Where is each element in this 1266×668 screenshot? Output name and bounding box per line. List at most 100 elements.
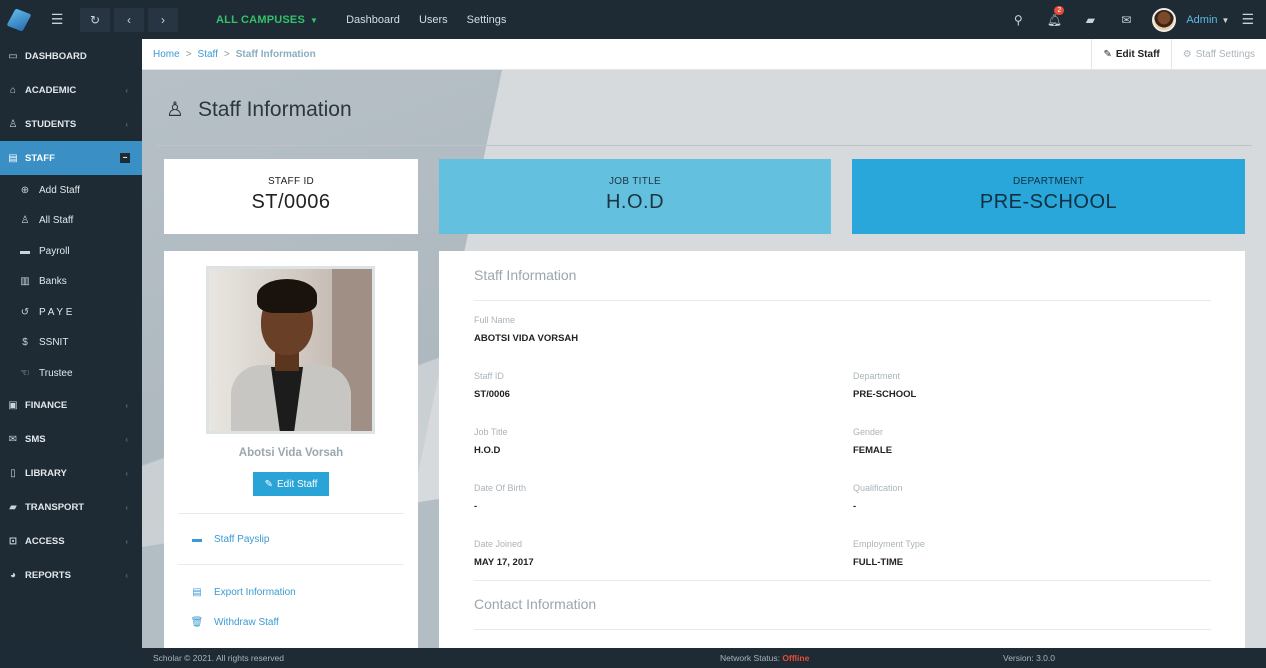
copyright: Scholar © 2021. All rights reserved [153, 653, 284, 663]
sidebar-item-payroll[interactable]: ▬ Payroll [0, 236, 142, 267]
caret-down-icon: ▼ [1221, 15, 1230, 25]
field-job-title: Job Title H.O.D [474, 427, 508, 456]
bank-icon: ▥ [20, 276, 30, 288]
sidebar-item-academic[interactable]: ⌂ ACADEMIC ‹ [0, 73, 142, 107]
chevron-left-icon: ‹ [125, 401, 128, 410]
sidebar-item-sms[interactable]: ✉ SMS ‹ [0, 423, 142, 457]
sidebar-item-banks[interactable]: ▥ Banks [0, 267, 142, 298]
plus-circle-icon: ⊕ [20, 184, 30, 196]
staff-photo [206, 266, 375, 434]
staff-submenu: ⊕ Add Staff ♙ All Staff ▬ Payroll ▥ Banks ↺ P… [0, 175, 142, 389]
nav-users[interactable]: Users [419, 14, 448, 26]
department-card: DEPARTMENT PRE-SCHOOL [852, 159, 1245, 234]
chevron-left-icon: ‹ [125, 469, 128, 478]
chevron-left-icon: ‹ [125, 503, 128, 512]
sidebar-item-students[interactable]: ♙ STUDENTS ‹ [0, 107, 142, 141]
notification-badge: 2 [1054, 5, 1065, 15]
staff-icon: ▤ [8, 152, 18, 164]
nav-settings[interactable]: Settings [467, 14, 507, 26]
top-bar-right: ⚲ 🔔︎ 2 ▰ ✉ Admin ▼ ☰ [1000, 0, 1266, 39]
withdraw-staff-link[interactable]: 🗑︎ Withdraw Staff [190, 617, 279, 628]
field-gender: Gender FEMALE [853, 427, 893, 456]
back-button[interactable]: ‹ [114, 7, 144, 32]
main-content: Home > Staff > Staff Information ✎ Edit Staff… [142, 39, 1266, 648]
chevron-left-icon: ‹ [125, 119, 128, 129]
sidebar-item-all-staff[interactable]: ♙ All Staff [0, 206, 142, 237]
staff-id-card: STAFF ID ST/0006 [164, 159, 418, 234]
lock-icon: ⊡ [8, 536, 18, 547]
staff-info-panel: Staff Information Full Name ABOTSI VIDA V… [439, 251, 1245, 648]
mail-icon[interactable]: ✉ [1108, 13, 1144, 27]
footer: Scholar © 2021. All rights reserved Netw… [142, 648, 1266, 668]
contact-section-title: Contact Information [474, 596, 597, 612]
app-logo[interactable] [0, 0, 38, 39]
breadcrumb: Home > Staff > Staff Information ✎ Edit Staff… [142, 39, 1266, 70]
section-title: Staff Information [474, 267, 577, 283]
search-icon[interactable]: ⚲ [1000, 13, 1036, 27]
users-icon: ♙ [20, 215, 30, 227]
card-icon: ▬ [20, 245, 30, 257]
file-icon: ▤ [192, 587, 202, 598]
staff-settings-button[interactable]: ⚙ Staff Settings [1170, 39, 1266, 70]
forward-button[interactable]: › [148, 7, 178, 32]
sidebar-item-finance[interactable]: ▣ FINANCE ‹ [0, 389, 142, 423]
collapse-icon[interactable]: − [120, 153, 130, 163]
pie-chart-icon: ◕ [9, 570, 17, 581]
field-full-name: Full Name ABOTSI VIDA VORSAH [474, 315, 579, 344]
field-staff-id: Staff ID ST/0006 [474, 371, 510, 400]
trash-icon: 🗑︎ [190, 617, 204, 628]
edit-icon: ✎ [1103, 49, 1112, 60]
graduation-cap-icon: ⌂ [9, 84, 17, 96]
avatar[interactable] [1152, 7, 1177, 32]
field-employment-type: Employment Type FULL-TIME [853, 539, 925, 568]
breadcrumb-home[interactable]: Home [153, 49, 180, 60]
top-nav: Dashboard Users Settings [346, 14, 525, 26]
user-icon: ♙ [8, 118, 18, 130]
sidebar-item-trustee[interactable]: ☜ Trustee [0, 358, 142, 389]
field-department: Department PRE-SCHOOL [853, 371, 917, 400]
envelope-icon: ✉ [8, 434, 18, 445]
job-title-card: JOB TITLE H.O.D [439, 159, 831, 234]
refresh-button[interactable]: ↻ [80, 7, 110, 32]
profile-card: Abotsi Vida Vorsah ✎ Edit Staff ▬ Staff Pa… [164, 251, 418, 648]
field-date-of-birth: Date Of Birth - [474, 483, 527, 512]
user-icon: ♙ [166, 99, 184, 121]
export-information-link[interactable]: ▤ Export Information [190, 587, 295, 598]
book-icon[interactable]: ▰ [1072, 13, 1108, 27]
sidebar-item-paye[interactable]: ↺ P A Y E [0, 297, 142, 328]
breadcrumb-current: Staff Information [235, 48, 316, 60]
version: Version: 3.0.0 [1003, 653, 1055, 663]
hamburger-menu-icon[interactable]: ☰ [38, 0, 76, 39]
chevron-left-icon: ‹ [125, 85, 128, 95]
user-menu[interactable]: Admin ▼ [1186, 14, 1229, 26]
breadcrumb-staff[interactable]: Staff [198, 49, 218, 60]
edit-staff-button[interactable]: ✎ Edit Staff [1091, 39, 1170, 70]
network-status: Network Status: Offline [720, 653, 810, 663]
truck-icon: ▰ [9, 502, 17, 513]
sidebar-item-dashboard[interactable]: ▭ DASHBOARD [0, 39, 142, 73]
caret-down-icon: ▼ [309, 15, 319, 25]
gear-icon: ⚙ [1182, 49, 1192, 60]
sidebar-item-reports[interactable]: ◕ REPORTS ‹ [0, 559, 142, 593]
page-title: ♙ Staff Information [166, 97, 352, 122]
book-icon: ▯ [10, 468, 16, 479]
sidebar-item-staff[interactable]: ▤ STAFF − [0, 141, 142, 175]
edit-icon: ✎ [264, 478, 273, 490]
field-qualification: Qualification - [853, 483, 903, 512]
staff-payslip-link[interactable]: ▬ Staff Payslip [190, 534, 269, 545]
sidebar: ▭ DASHBOARD ⌂ ACADEMIC ‹ ♙ STUDENTS ‹ ▤ STAFF −… [0, 39, 142, 648]
sidebar-item-add-staff[interactable]: ⊕ Add Staff [0, 175, 142, 206]
campus-selector[interactable]: ALL CAMPUSES ▼ [216, 14, 318, 26]
menu-icon[interactable]: ☰ [1241, 11, 1254, 28]
card-icon: ▬ [192, 534, 202, 545]
bell-icon[interactable]: 🔔︎ 2 [1036, 5, 1072, 27]
monitor-icon: ▭ [8, 50, 18, 62]
chevron-left-icon: ‹ [125, 435, 128, 444]
sidebar-item-transport[interactable]: ▰ TRANSPORT ‹ [0, 491, 142, 525]
sidebar-item-access[interactable]: ⊡ ACCESS ‹ [0, 525, 142, 559]
sidebar-item-library[interactable]: ▯ LIBRARY ‹ [0, 457, 142, 491]
history-icon: ↺ [20, 306, 30, 318]
nav-dashboard[interactable]: Dashboard [346, 14, 400, 26]
profile-edit-staff-button[interactable]: ✎ Edit Staff [253, 472, 329, 496]
sidebar-item-ssnit[interactable]: $ SSNIT [0, 328, 142, 359]
